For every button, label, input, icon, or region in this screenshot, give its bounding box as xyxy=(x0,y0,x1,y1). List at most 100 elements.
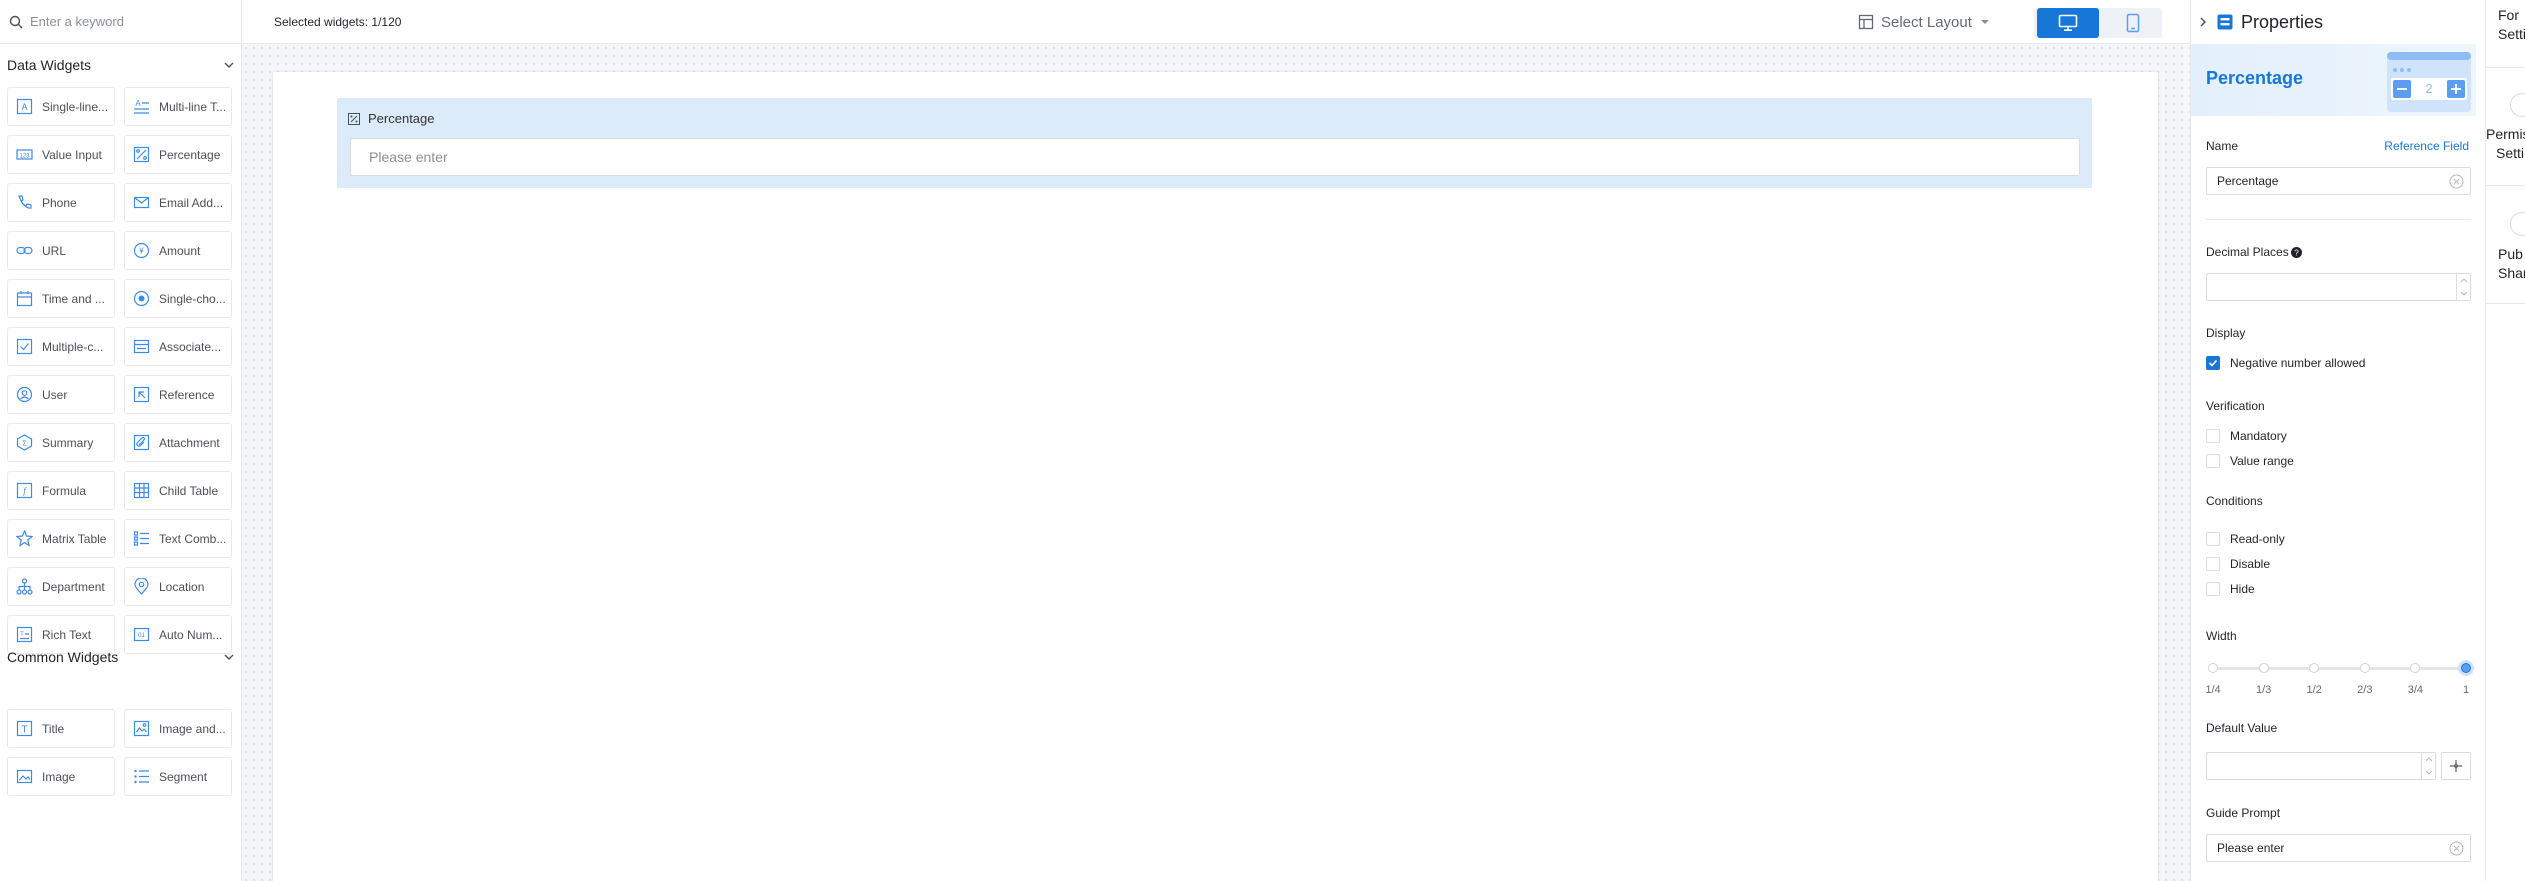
widget-item[interactable]: Phone xyxy=(7,183,115,222)
value-range-checkbox[interactable] xyxy=(2206,454,2220,468)
widget-item[interactable]: 123 Value Input xyxy=(7,135,115,174)
percentage-icon xyxy=(133,146,150,163)
clear-icon[interactable] xyxy=(2449,174,2464,189)
reference-field-link[interactable]: Reference Field xyxy=(2384,139,2469,153)
spin-down-icon[interactable] xyxy=(2460,291,2468,296)
number-spinner[interactable] xyxy=(2421,753,2435,779)
negative-number-checkbox[interactable] xyxy=(2206,356,2220,370)
select-layout-dropdown[interactable]: Select Layout xyxy=(1858,11,1997,33)
spin-up-icon[interactable] xyxy=(2425,757,2433,762)
help-icon[interactable]: ? xyxy=(2290,246,2302,258)
spin-up-icon[interactable] xyxy=(2460,278,2468,283)
widget-item[interactable]: Department xyxy=(7,567,115,606)
number-spinner[interactable] xyxy=(2456,274,2470,300)
default-value-picker-button[interactable] xyxy=(2441,752,2471,780)
mandatory-label: Mandatory xyxy=(2230,429,2287,443)
spin-down-icon[interactable] xyxy=(2425,770,2433,775)
widget-item[interactable]: Location xyxy=(124,567,232,606)
select-layout-label: Select Layout xyxy=(1881,13,1972,31)
widget-item[interactable]: Attachment xyxy=(124,423,232,462)
share-icon xyxy=(2510,212,2525,236)
search-input[interactable] xyxy=(30,14,230,29)
widget-item[interactable]: Matrix Table xyxy=(7,519,115,558)
value-range-option[interactable]: Value range xyxy=(2206,454,2294,468)
clear-icon[interactable] xyxy=(2449,841,2464,856)
widget-item[interactable]: User xyxy=(7,375,115,414)
desktop-view-button[interactable] xyxy=(2037,8,2099,38)
widget-item-label: User xyxy=(42,387,68,402)
negative-number-label: Negative number allowed xyxy=(2230,356,2366,370)
mandatory-option[interactable]: Mandatory xyxy=(2206,429,2287,443)
widget-item[interactable]: URL xyxy=(7,231,115,270)
device-switch xyxy=(2034,8,2162,38)
slider-stop[interactable] xyxy=(2359,663,2370,673)
slider-stop[interactable] xyxy=(2258,663,2269,673)
read-only-checkbox[interactable] xyxy=(2206,532,2220,546)
widget-item[interactable]: ¥ Amount xyxy=(124,231,232,270)
width-slider[interactable]: 1/4 1/3 1/2 2/3 3/4 1 xyxy=(2205,660,2474,710)
decimal-places-input[interactable] xyxy=(2206,273,2471,301)
widget-item[interactable]: Single-cho... xyxy=(124,279,232,318)
guide-prompt-input[interactable]: Please enter xyxy=(2206,834,2471,862)
widget-item[interactable]: Percentage xyxy=(124,135,232,174)
percentage-input[interactable] xyxy=(350,138,2080,176)
value-input-icon: 123 xyxy=(16,149,33,160)
percentage-widget-selected[interactable]: Percentage xyxy=(337,98,2092,188)
form-settings-tab[interactable]: For Setti xyxy=(2486,0,2525,68)
read-only-option[interactable]: Read-only xyxy=(2206,532,2285,546)
default-value-input[interactable] xyxy=(2206,752,2436,780)
slider-stop[interactable] xyxy=(2309,663,2320,673)
widget-item[interactable]: Associate... xyxy=(124,327,232,366)
widget-item[interactable]: f Formula xyxy=(7,471,115,510)
slider-stop[interactable] xyxy=(2410,663,2421,673)
widget-item[interactable]: A Multi-line T... xyxy=(124,87,232,126)
data-widgets-header[interactable]: Data Widgets xyxy=(0,53,242,77)
hide-checkbox[interactable] xyxy=(2206,582,2220,596)
hide-label: Hide xyxy=(2230,582,2255,596)
widget-item[interactable]: Image xyxy=(7,757,115,796)
verification-label: Verification xyxy=(2206,399,2265,413)
disable-option[interactable]: Disable xyxy=(2206,557,2270,571)
widget-item-label: Reference xyxy=(159,387,215,402)
read-only-label: Read-only xyxy=(2230,532,2285,546)
hide-option[interactable]: Hide xyxy=(2206,582,2255,596)
mobile-phone-icon xyxy=(2126,13,2140,33)
chevron-right-icon[interactable] xyxy=(2199,17,2207,27)
phone-icon xyxy=(18,195,32,209)
widget-item[interactable]: Text Comb... xyxy=(124,519,232,558)
widget-item[interactable]: Email Add... xyxy=(124,183,232,222)
name-input[interactable]: Percentage xyxy=(2206,167,2471,195)
mandatory-checkbox[interactable] xyxy=(2206,429,2220,443)
disable-checkbox[interactable] xyxy=(2206,557,2220,571)
widget-item[interactable]: Reference xyxy=(124,375,232,414)
widget-item-label: Department xyxy=(42,579,105,594)
widget-item[interactable]: Image and... xyxy=(124,709,232,748)
slider-handle[interactable] xyxy=(2458,660,2474,676)
text-combination-icon xyxy=(133,531,149,546)
permission-settings-tab[interactable]: Permis Setti xyxy=(2486,68,2525,186)
publish-share-tab[interactable]: Pub Shar xyxy=(2486,186,2525,304)
widget-item-label: Child Table xyxy=(159,483,219,498)
slider-stop[interactable] xyxy=(2208,663,2218,673)
form-page: Percentage xyxy=(273,72,2158,881)
widget-item[interactable]: T Title xyxy=(7,709,115,748)
widget-item[interactable]: A Single-line... xyxy=(7,87,115,126)
widget-type-title: Percentage xyxy=(2206,68,2304,88)
svg-text:Σ: Σ xyxy=(22,441,27,448)
title-icon: T xyxy=(16,720,33,737)
widget-item[interactable]: Segment xyxy=(124,757,232,796)
widget-item[interactable]: Multiple-c... xyxy=(7,327,115,366)
permission-settings-line1: Permis xyxy=(2486,126,2525,142)
negative-number-option[interactable]: Negative number allowed xyxy=(2206,356,2365,370)
slider-track[interactable] xyxy=(2213,667,2466,670)
svg-text:01: 01 xyxy=(138,633,145,639)
publish-share-line1: Pub xyxy=(2498,246,2523,262)
widget-item[interactable]: Σ Summary xyxy=(7,423,115,462)
mobile-view-button[interactable] xyxy=(2106,8,2160,38)
widget-search-box[interactable] xyxy=(0,0,242,44)
widget-item-label: Associate... xyxy=(159,339,222,354)
widget-item-label: Formula xyxy=(42,483,87,498)
widget-item[interactable]: Child Table xyxy=(124,471,232,510)
widget-item[interactable]: Time and ... xyxy=(7,279,115,318)
common-widgets-header[interactable]: Common Widgets xyxy=(0,645,242,669)
